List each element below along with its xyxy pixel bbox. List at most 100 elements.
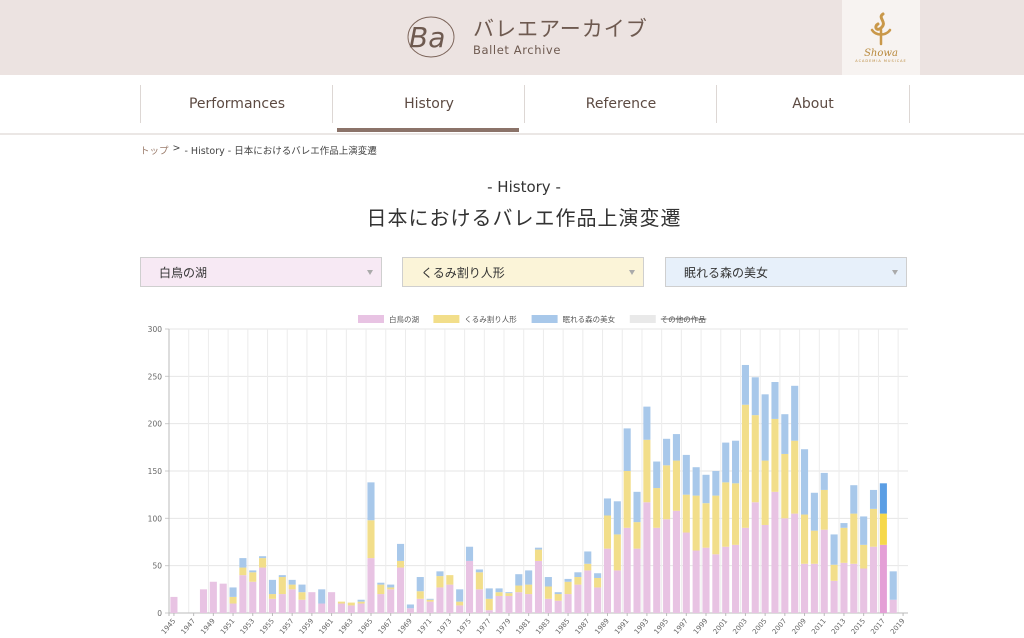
bar-segment [663, 438, 671, 466]
bar-segment [702, 474, 710, 504]
bar-segment [318, 589, 326, 604]
bar-segment [170, 596, 178, 613]
work-select-1[interactable]: 白鳥の湖 [140, 257, 382, 287]
bar-segment [278, 594, 286, 613]
chevron-down-icon [367, 270, 373, 275]
bar-segment [406, 608, 414, 613]
bar-segment [288, 584, 296, 590]
logo-monogram-text: Ba [409, 21, 445, 54]
bar-segment [692, 467, 700, 496]
legend-label: 眠れる森の美女 [563, 314, 616, 324]
bar-segment [732, 440, 740, 484]
legend-item[interactable]: その他の作品 [629, 314, 707, 324]
x-tick-label: 1975 [455, 617, 473, 634]
nav-history[interactable]: History [332, 85, 525, 123]
legend-label: 白鳥の湖 [389, 314, 419, 324]
bar-segment [357, 601, 365, 604]
x-tick-label: 1949 [199, 617, 217, 634]
bar-segment [239, 558, 247, 568]
bar-segment [387, 584, 395, 588]
bar-segment [840, 527, 848, 563]
bar-segment [229, 603, 237, 613]
bar-segment [298, 592, 306, 600]
bar-segment [229, 596, 237, 604]
bar-segment [869, 508, 878, 547]
bar-segment [800, 563, 809, 613]
bar-segment [879, 513, 887, 545]
legend-item[interactable]: 眠れる森の美女 [531, 314, 616, 324]
bar-segment [278, 575, 286, 578]
bar-segment [465, 560, 474, 613]
legend-swatch [531, 315, 558, 323]
bar-segment [653, 461, 661, 489]
bar-segment [495, 595, 503, 613]
nav-about[interactable]: About [716, 85, 910, 123]
bar-segment [397, 567, 405, 613]
work-select-3[interactable]: 眠れる森の美女 [665, 257, 907, 287]
bar-segment [830, 564, 838, 581]
bar-segment [584, 551, 592, 564]
bar-segment [791, 440, 799, 514]
bar-segment [219, 583, 227, 613]
bar-segment [653, 527, 661, 613]
main-nav: Performances History Reference About [0, 75, 1024, 135]
x-tick-label: 2013 [830, 617, 848, 634]
bar-segment [495, 588, 503, 593]
y-tick-label: 150 [148, 467, 163, 476]
bar-segment [594, 587, 602, 613]
bar-segment [554, 594, 562, 601]
bar-segment [446, 584, 454, 613]
bar-segment [643, 439, 651, 503]
bar-segment [515, 592, 523, 613]
legend-label: くるみ割り人形 [464, 314, 517, 324]
legend-item[interactable]: くるみ割り人形 [433, 314, 517, 324]
bar-segment [199, 589, 208, 613]
bar-segment [397, 560, 405, 568]
bar-segment [879, 544, 887, 613]
x-tick-label: 1969 [396, 617, 414, 634]
bar-segment [249, 570, 257, 573]
bar-segment [259, 558, 267, 568]
bar-segment [456, 605, 464, 613]
bar-segment [594, 577, 602, 588]
work-select-2[interactable]: くるみ割り人形 [402, 257, 644, 287]
bar-segment [653, 488, 661, 528]
bar-segment [702, 503, 710, 548]
bar-segment [357, 603, 365, 613]
breadcrumb-home[interactable]: トップ [140, 143, 169, 157]
bar-segment [702, 547, 710, 613]
nav-reference[interactable]: Reference [524, 85, 717, 123]
bar-segment [712, 554, 720, 613]
bar-segment [751, 415, 759, 503]
x-tick-label: 2003 [731, 617, 749, 634]
bar-segment [682, 454, 690, 495]
site-logo[interactable]: Ba バレエアーカイブ Ballet Archive [403, 4, 648, 70]
bar-segment [663, 465, 671, 520]
x-tick-label: 2017 [869, 617, 887, 634]
bar-segment [741, 404, 749, 528]
bar-segment [485, 588, 493, 599]
bar-segment [584, 570, 592, 613]
x-tick-label: 1965 [357, 617, 375, 634]
x-tick-label: 1959 [298, 617, 316, 634]
bar-segment [761, 460, 769, 525]
x-tick-label: 1995 [653, 617, 671, 634]
bar-segment [436, 576, 444, 588]
bar-segment [377, 582, 385, 585]
bar-segment [732, 483, 740, 545]
bar-segment [672, 434, 680, 461]
x-tick-label: 1973 [436, 617, 454, 634]
bar-segment [603, 515, 612, 549]
page-title: 日本におけるバレエ作品上演変遷 [366, 206, 682, 230]
sponsor-logo[interactable]: Showa ACADEMIA MUSICAE [842, 0, 920, 75]
bar-segment [239, 567, 247, 576]
bar-segment [860, 568, 868, 613]
bar-segment [781, 414, 789, 454]
nav-performances[interactable]: Performances [140, 85, 333, 123]
bar-segment [505, 595, 513, 613]
bar-segment [623, 471, 631, 528]
legend-item[interactable]: 白鳥の湖 [358, 314, 419, 324]
bar-segment [554, 592, 562, 595]
x-tick-label: 1979 [495, 617, 513, 634]
bar-segment [633, 548, 641, 613]
